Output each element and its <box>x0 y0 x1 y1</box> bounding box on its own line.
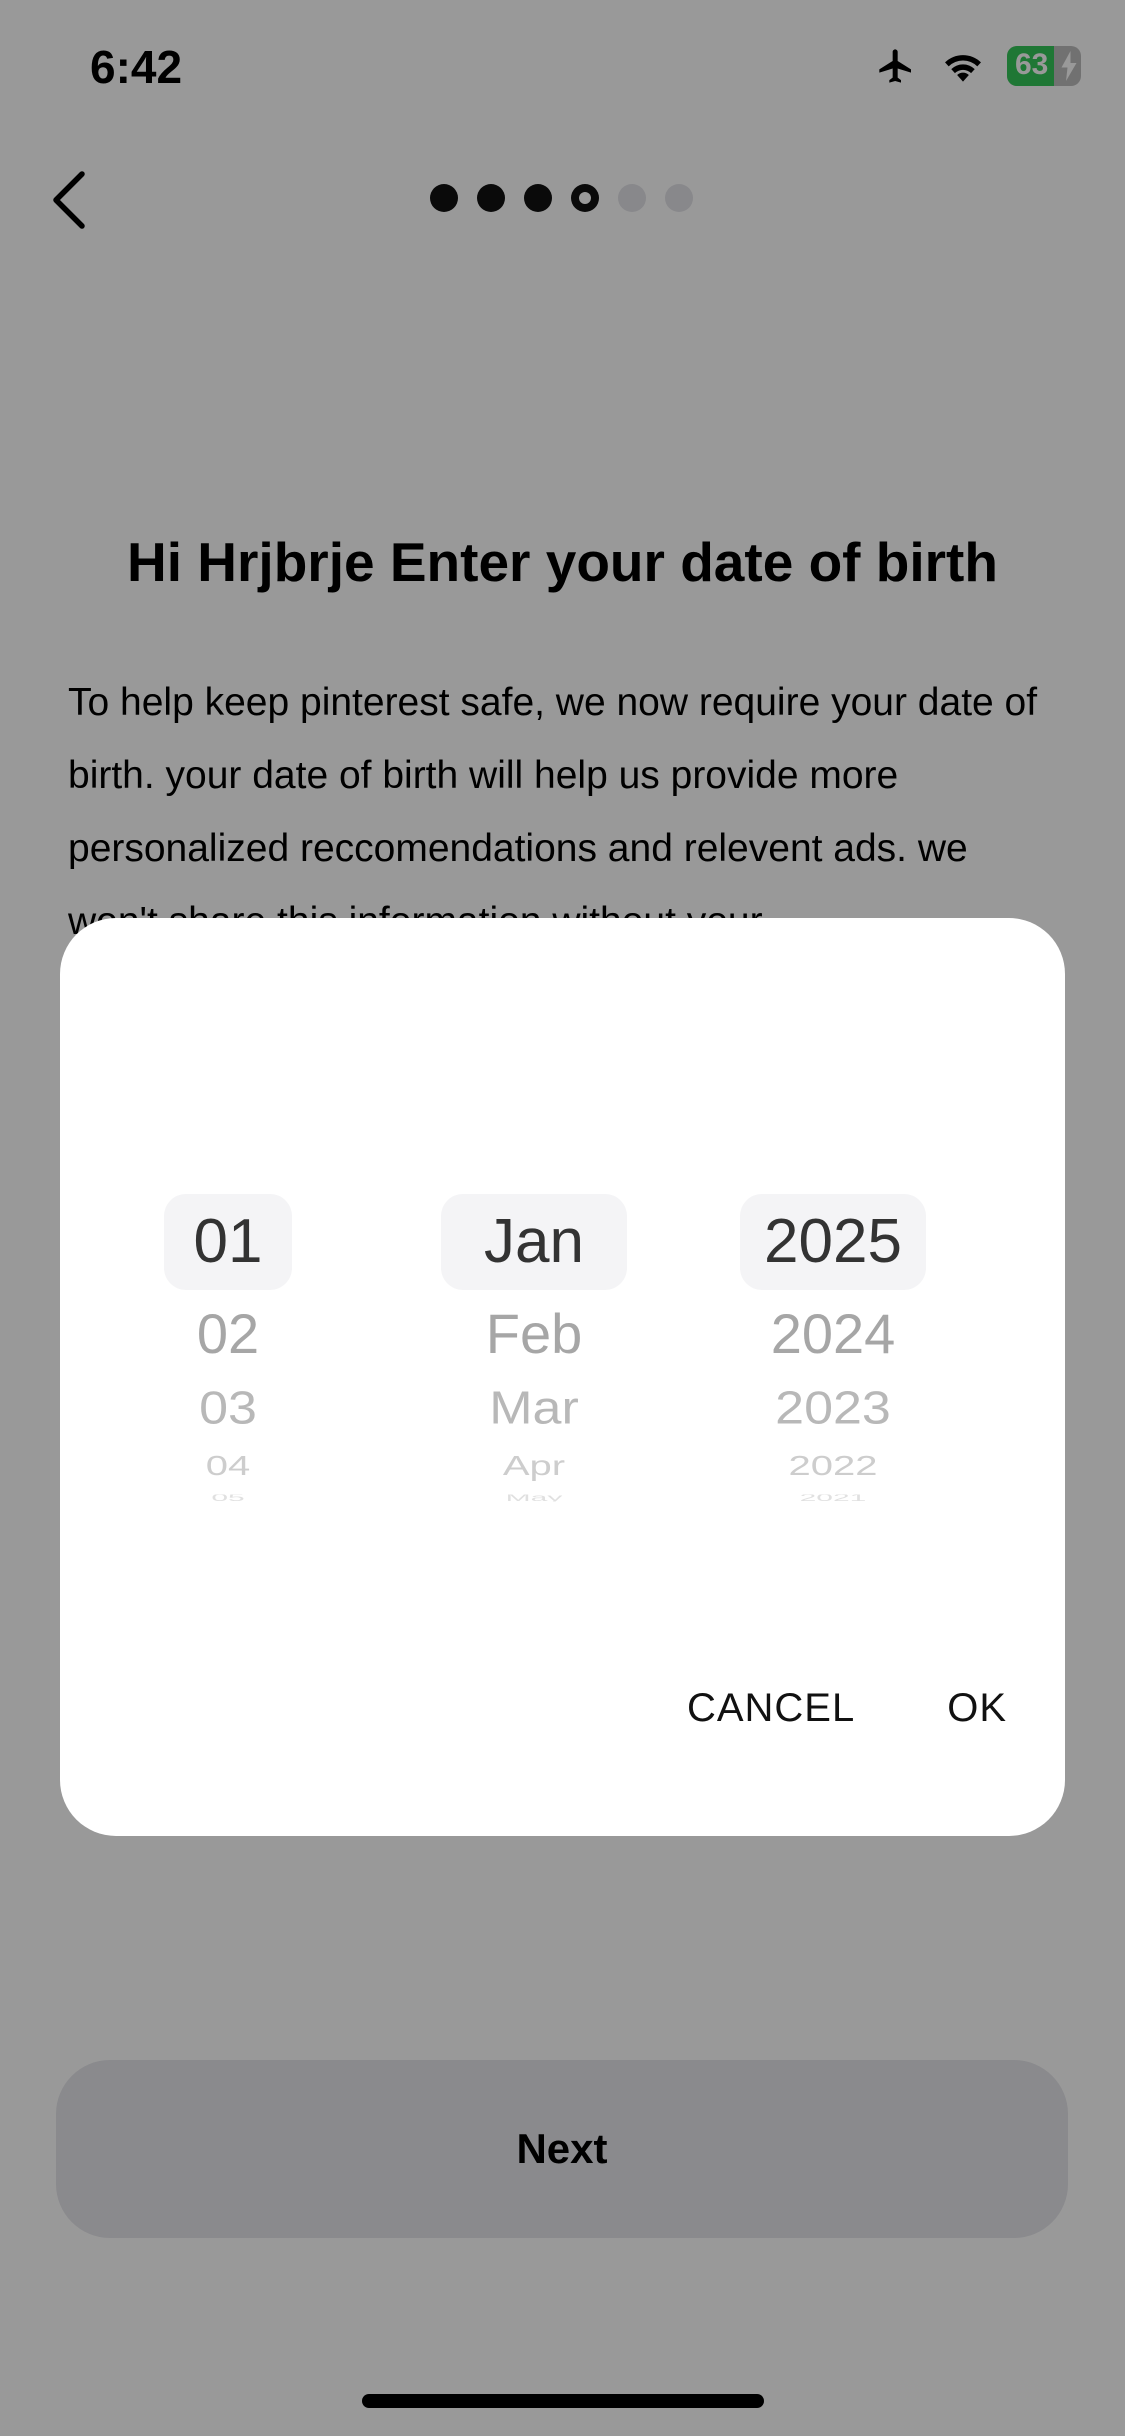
cancel-button[interactable]: CANCEL <box>687 1686 855 1731</box>
day-option[interactable]: 02 <box>164 1290 292 1372</box>
year-selected[interactable]: 2025 <box>740 1194 926 1290</box>
day-option[interactable]: 05 <box>164 1495 292 1502</box>
month-selected[interactable]: Jan <box>441 1194 627 1290</box>
year-option[interactable]: 2021 <box>740 1495 926 1502</box>
month-option[interactable]: May <box>441 1495 627 1502</box>
year-option[interactable]: 2023 <box>740 1376 926 1441</box>
day-selected[interactable]: 01 <box>164 1194 292 1290</box>
month-option[interactable]: Mar <box>441 1376 627 1441</box>
date-picker-dialog: 01 02 03 04 05 Jan Feb Mar Apr May 2025 … <box>60 918 1065 1836</box>
year-option[interactable]: 2024 <box>740 1290 926 1372</box>
ok-button[interactable]: OK <box>947 1686 1007 1731</box>
day-wheel[interactable]: 01 02 03 04 05 <box>164 1194 292 1508</box>
month-option[interactable]: Feb <box>441 1290 627 1372</box>
day-option[interactable]: 04 <box>164 1451 292 1482</box>
dialog-actions: CANCEL OK <box>687 1686 1007 1731</box>
day-option[interactable]: 03 <box>164 1376 292 1441</box>
year-wheel[interactable]: 2025 2024 2023 2022 2021 <box>740 1194 926 1508</box>
month-wheel[interactable]: Jan Feb Mar Apr May <box>441 1194 627 1508</box>
month-option[interactable]: Apr <box>441 1451 627 1482</box>
year-option[interactable]: 2022 <box>740 1451 926 1482</box>
